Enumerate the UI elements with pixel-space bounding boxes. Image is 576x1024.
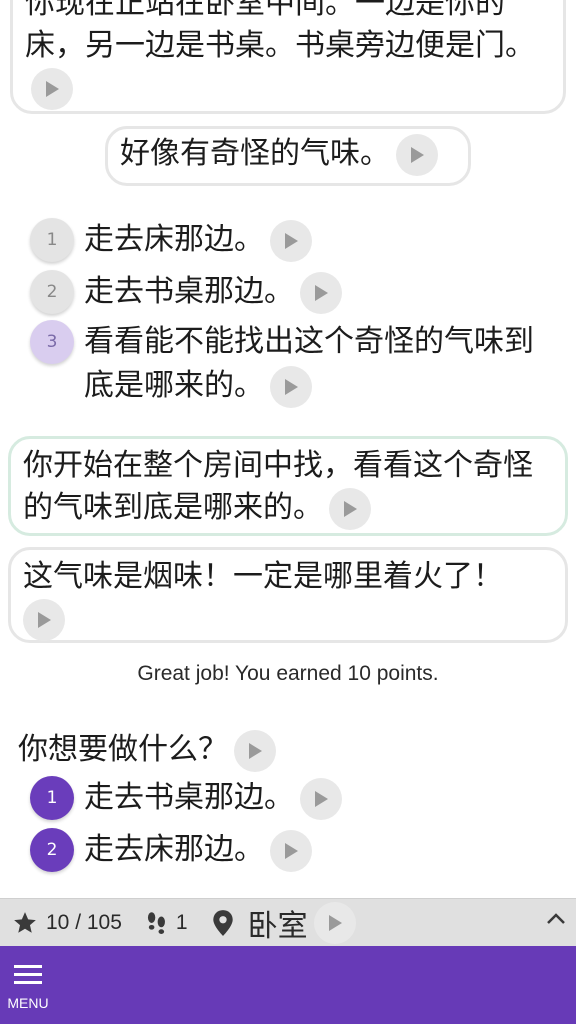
- steps-count: 1: [175, 910, 188, 934]
- bottom-bar: MENU: [0, 946, 576, 1024]
- location-name: 卧室: [247, 908, 308, 944]
- story-text: 好像有奇怪的气味。: [120, 136, 390, 171]
- choice-text[interactable]: 走去床那边。: [84, 832, 264, 867]
- play-icon[interactable]: [270, 219, 312, 262]
- play-icon[interactable]: [270, 829, 312, 872]
- story-bubble: 好像有奇怪的气味。: [105, 126, 471, 186]
- choice-text[interactable]: 走去书桌那边。: [84, 780, 294, 815]
- menu-label: MENU: [7, 995, 49, 1011]
- result-bubble: 你开始在整个房间中找，看看这个奇怪的气味到底是哪来的。: [8, 436, 568, 536]
- play-icon[interactable]: [23, 598, 65, 641]
- story-scroll-area[interactable]: 你现在正站在卧室中间。一边是你的床，另一边是书桌。书桌旁边便是门。 好像有奇怪的…: [0, 0, 576, 898]
- choice-number: 2: [30, 270, 74, 314]
- play-icon[interactable]: [270, 365, 312, 408]
- menu-button[interactable]: MENU: [6, 964, 50, 1016]
- hamburger-menu-icon: [14, 964, 42, 987]
- question-prompt: 你想要做什么？: [18, 728, 276, 772]
- play-icon[interactable]: [31, 67, 73, 110]
- play-icon[interactable]: [313, 901, 356, 944]
- choice-text: 走去床那边。: [84, 222, 264, 257]
- play-icon[interactable]: [234, 729, 276, 772]
- star-icon: [12, 910, 38, 936]
- chevron-up-icon[interactable]: [546, 911, 566, 925]
- question-text: 你想要做什么？: [18, 732, 228, 767]
- result-text: 这气味是烟味！一定是哪里着火了！: [23, 559, 503, 594]
- play-icon[interactable]: [329, 487, 371, 530]
- story-text: 你现在正站在卧室中间。一边是你的床，另一边是书桌。书桌旁边便是门。: [25, 0, 535, 63]
- play-icon[interactable]: [300, 777, 342, 820]
- choice-number: 1: [30, 218, 74, 262]
- play-icon[interactable]: [396, 133, 438, 176]
- result-bubble: 这气味是烟味！一定是哪里着火了！: [8, 547, 568, 643]
- play-icon[interactable]: [300, 271, 342, 314]
- choice-number[interactable]: 1: [30, 776, 74, 820]
- points-progress: 10 / 105: [46, 910, 122, 934]
- status-bar[interactable]: 10 / 105 1 卧室: [0, 898, 576, 946]
- footprints-icon: [144, 909, 170, 937]
- choice-text: 走去书桌那边。: [84, 274, 294, 309]
- location-pin-icon: [212, 909, 234, 937]
- story-bubble: 你现在正站在卧室中间。一边是你的床，另一边是书桌。书桌旁边便是门。: [10, 0, 566, 114]
- result-text: 你开始在整个房间中找，看看这个奇怪的气味到底是哪来的。: [23, 448, 533, 525]
- choice-number[interactable]: 2: [30, 828, 74, 872]
- choice-number: 3: [30, 320, 74, 364]
- points-message: Great job! You earned 10 points.: [137, 662, 439, 685]
